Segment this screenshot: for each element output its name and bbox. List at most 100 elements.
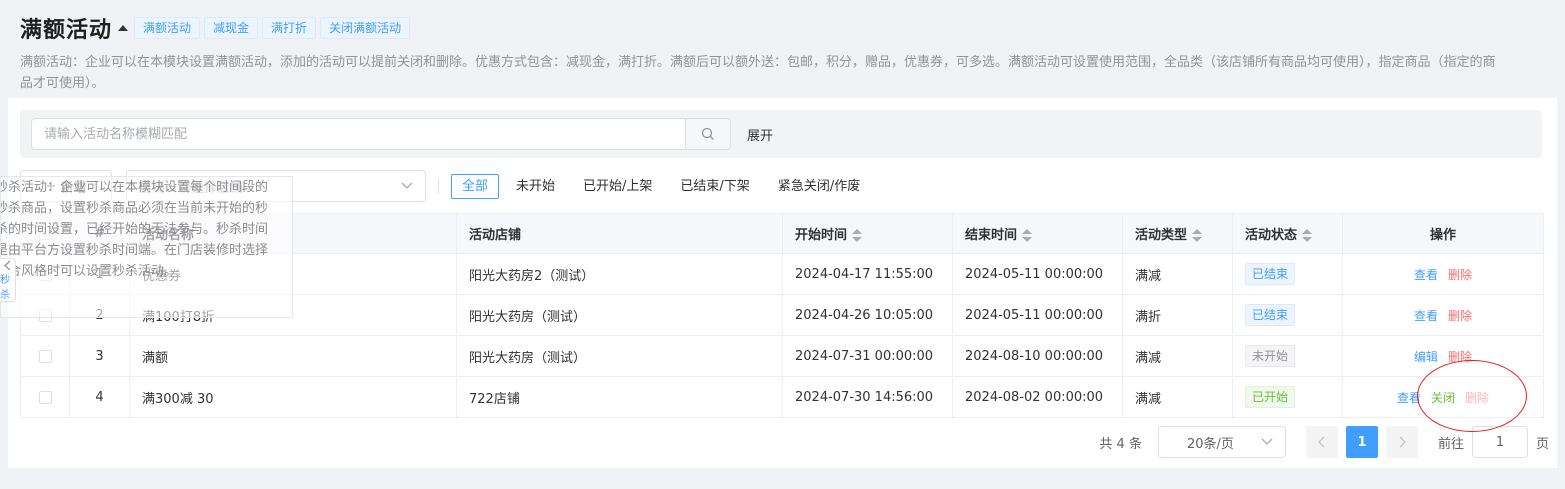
sort-icon[interactable] <box>1022 229 1033 242</box>
tag-cash-off[interactable]: 减现金 <box>204 17 259 39</box>
filter-ended[interactable]: 已结束/下架 <box>669 174 760 199</box>
cell-index: 3 <box>69 335 130 377</box>
store-select[interactable]: 店铺：请选择店铺 <box>126 170 426 202</box>
cell-start-time: 2024-04-26 10:05:00 <box>782 294 953 336</box>
table-row: 1 优惠券 阳光大药房2（测试） 2024-04-17 11:55:00 202… <box>20 253 1544 295</box>
search-input[interactable] <box>31 118 685 150</box>
col-index: # <box>69 213 130 254</box>
view-link[interactable]: 查看 <box>1397 391 1421 405</box>
total-count: 共 4 条 <box>1099 436 1142 452</box>
next-page-button[interactable] <box>1385 426 1418 458</box>
side-collapse-tab[interactable]: 秒杀 <box>0 258 16 302</box>
goto-page-input[interactable] <box>1471 426 1528 458</box>
col-store: 活动店铺 <box>456 213 783 254</box>
edit-link[interactable]: 编辑 <box>1414 350 1438 364</box>
table-row: 3 满额 阳光大药房（测试） 2024-07-31 00:00:00 2024-… <box>20 335 1544 377</box>
store-select-text: 店铺：请选择店铺 <box>139 177 243 196</box>
cell-start-time: 2024-04-17 11:55:00 <box>782 253 953 295</box>
cell-end-time: 2024-05-11 00:00:00 <box>952 253 1123 295</box>
filter-emergency-closed[interactable]: 紧急关闭/作废 <box>767 174 871 199</box>
filter-all[interactable]: 全部 <box>451 174 500 199</box>
select-all-checkbox[interactable] <box>38 227 52 240</box>
toolbar: + 新增 店铺：请选择店铺 全部 未开始 已开始/上架 已结束/下架 紧急关闭/… <box>20 170 1540 202</box>
status-badge: 已结束 <box>1245 304 1296 326</box>
tag-full-amount[interactable]: 满额活动 <box>134 17 201 39</box>
delete-link[interactable]: 删除 <box>1448 309 1472 323</box>
view-link[interactable]: 查看 <box>1414 268 1438 282</box>
delete-link[interactable]: 删除 <box>1448 268 1472 282</box>
goto-page: 前往 页 <box>1438 426 1549 458</box>
activity-table: # 活动名称 活动店铺 开始时间 结束时间 活动类型 活动状态 操作 1 优惠券… <box>20 213 1544 418</box>
title-row: 满额活动 满额活动 减现金 满打折 关闭满额活动 <box>20 12 1505 44</box>
cell-actions: 编辑 删除 <box>1342 335 1544 377</box>
filter-started[interactable]: 已开始/上架 <box>572 174 663 199</box>
close-link[interactable]: 关闭 <box>1431 391 1455 405</box>
select-all-cell <box>20 213 70 254</box>
cell-store: 阳光大药房（测试） <box>456 335 783 377</box>
sort-icon[interactable] <box>1302 229 1313 242</box>
cell-status: 已开始 <box>1232 376 1343 418</box>
row-checkbox[interactable] <box>38 308 52 322</box>
store-select-placeholder: 请选择店铺 <box>178 180 244 196</box>
chevron-left-icon <box>1318 436 1325 448</box>
col-status-label: 活动状态 <box>1245 228 1298 243</box>
table-row: 4 满300减 30 722店铺 2024-07-30 14:56:00 202… <box>20 376 1544 418</box>
tag-discount[interactable]: 满打折 <box>262 17 317 39</box>
status-badge: 已开始 <box>1245 386 1296 408</box>
search-button[interactable] <box>685 118 731 150</box>
page-size-select[interactable]: 20条/页 <box>1157 426 1286 458</box>
cell-actions: 查看 删除 <box>1342 294 1544 336</box>
add-button[interactable]: + 新增 <box>20 170 112 202</box>
row-checkbox[interactable] <box>38 390 52 404</box>
cell-type: 满折 <box>1122 294 1233 336</box>
search-icon <box>701 127 714 140</box>
col-start-time-label: 开始时间 <box>795 228 848 243</box>
cell-start-time: 2024-07-31 00:00:00 <box>782 335 953 377</box>
row-select-cell <box>20 253 70 295</box>
row-checkbox[interactable] <box>38 267 52 281</box>
collapse-caret-icon[interactable] <box>118 25 129 31</box>
col-status[interactable]: 活动状态 <box>1232 213 1343 254</box>
plus-icon: + <box>45 178 57 194</box>
page-title: 满额活动 <box>20 18 113 43</box>
content-card: 展开 + 新增 店铺：请选择店铺 全部 未开始 已开始/上架 已结束/下架 紧急… <box>8 98 1557 468</box>
col-end-time[interactable]: 结束时间 <box>952 213 1123 254</box>
chevron-right-icon <box>1399 436 1406 448</box>
col-type-label: 活动类型 <box>1135 228 1188 243</box>
page-description: 满额活动：企业可以在本模块设置满额活动，添加的活动可以提前关闭和删除。优惠方式包… <box>20 55 1496 91</box>
pagination: 共 4 条 20条/页 1 前往 页 <box>1099 426 1549 458</box>
delete-link-disabled[interactable]: 删除 <box>1465 391 1489 405</box>
page-number[interactable]: 1 <box>1345 426 1378 458</box>
cell-name: 满300减 30 <box>129 376 457 418</box>
page-unit-label: 页 <box>1535 436 1549 452</box>
search-bar: 展开 <box>20 110 1542 158</box>
col-name: 活动名称 <box>129 213 457 254</box>
cell-end-time: 2024-05-11 00:00:00 <box>952 294 1123 336</box>
status-badge: 未开始 <box>1245 345 1296 367</box>
row-checkbox[interactable] <box>38 349 52 363</box>
cell-actions: 查看 删除 <box>1342 253 1544 295</box>
prev-page-button[interactable] <box>1305 426 1338 458</box>
cell-type: 满减 <box>1122 335 1233 377</box>
cell-name: 满100打8折 <box>129 294 457 336</box>
col-type[interactable]: 活动类型 <box>1122 213 1233 254</box>
page-header: 满额活动 满额活动 减现金 满打折 关闭满额活动 满额活动：企业可以在本模块设置… <box>20 12 1505 94</box>
status-badge: 已结束 <box>1245 263 1296 285</box>
tag-close-activity[interactable]: 关闭满额活动 <box>320 17 411 39</box>
expand-button[interactable]: 展开 <box>747 125 773 144</box>
delete-link[interactable]: 删除 <box>1448 350 1472 364</box>
row-select-cell <box>20 294 70 336</box>
col-start-time[interactable]: 开始时间 <box>782 213 953 254</box>
add-button-label: 新增 <box>60 180 87 196</box>
cell-name: 满额 <box>129 335 457 377</box>
side-tab-label: 秒杀 <box>0 274 10 301</box>
sort-icon[interactable] <box>852 229 863 242</box>
chevron-down-icon <box>401 182 413 189</box>
cell-status: 已结束 <box>1232 294 1343 336</box>
cell-store: 阳光大药房（测试） <box>456 294 783 336</box>
cell-store: 722店铺 <box>456 376 783 418</box>
goto-label: 前往 <box>1437 436 1464 452</box>
sort-icon[interactable] <box>1192 229 1203 242</box>
view-link[interactable]: 查看 <box>1414 309 1438 323</box>
filter-not-started[interactable]: 未开始 <box>505 174 566 199</box>
